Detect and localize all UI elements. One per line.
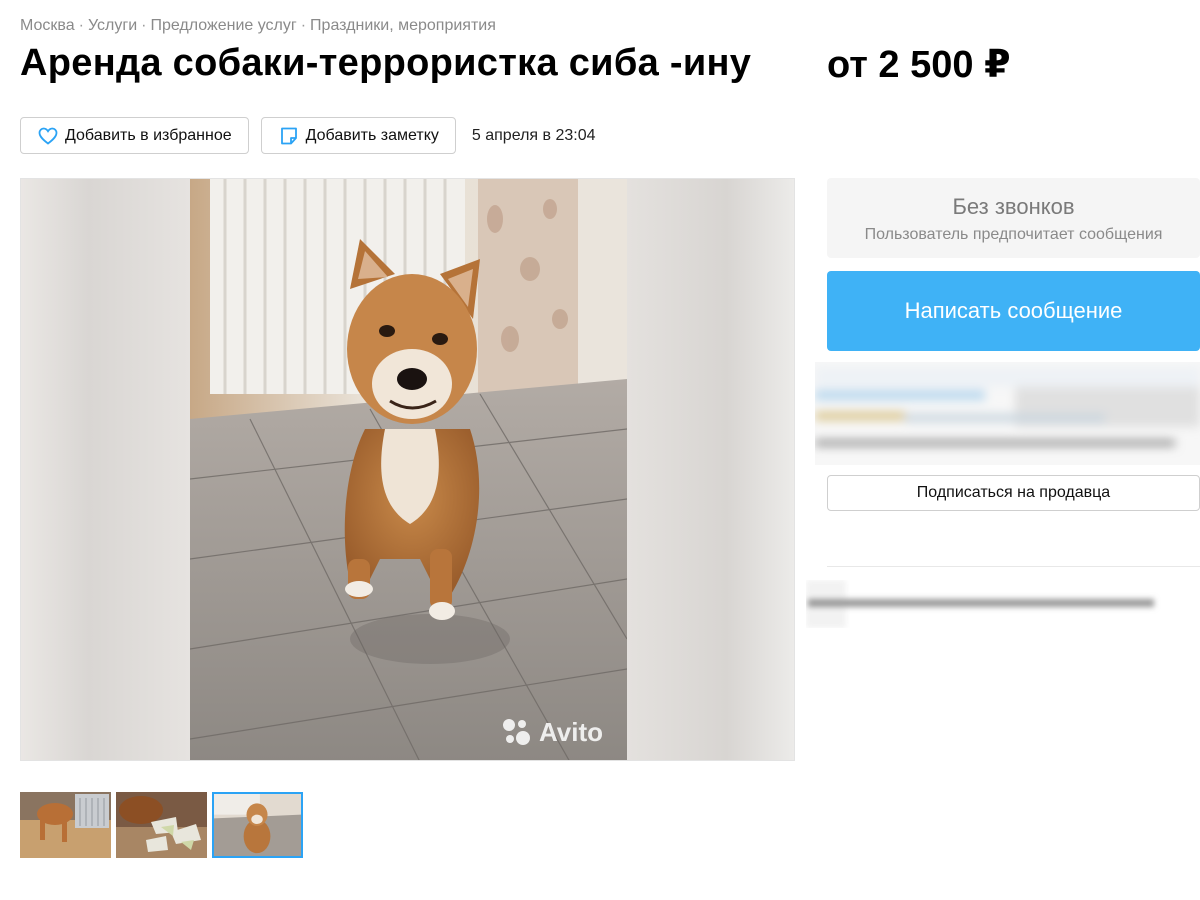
heart-icon	[37, 125, 59, 147]
thumbnail-strip	[20, 792, 308, 858]
breadcrumb-separator: ·	[78, 17, 84, 34]
listing-header: Аренда собаки-террористка сиба -ину от 2…	[20, 42, 1120, 92]
publish-date: 5 апреля в 23:04	[471, 126, 596, 144]
breadcrumb-separator: ·	[300, 17, 307, 34]
breadcrumb-item-offer[interactable]: Предложение услуг	[150, 17, 296, 34]
listing-actions: Добавить в избранное Добавить заметку 5 …	[20, 117, 596, 154]
thumbnail-photo-3[interactable]	[212, 792, 303, 858]
add-to-favorites-label: Добавить в избранное	[65, 126, 232, 144]
no-calls-notice: Без звонков Пользователь предпочитает со…	[827, 178, 1200, 258]
photo-gallery[interactable]: Avito	[20, 178, 795, 761]
add-note-label: Добавить заметку	[305, 126, 439, 144]
thumbnail-photo-2[interactable]	[116, 792, 207, 858]
blurred-background-right	[626, 179, 794, 760]
price: от 2 500 ₽	[827, 44, 1011, 86]
no-calls-title: Без звонков	[952, 194, 1075, 219]
breadcrumb-separator: ·	[141, 17, 147, 34]
subscribe-to-seller-button[interactable]: Подписаться на продавца	[827, 475, 1200, 511]
sidebar-divider	[827, 566, 1200, 567]
main-photo[interactable]	[190, 179, 627, 761]
add-to-favorites-button[interactable]: Добавить в избранное	[20, 117, 249, 154]
write-message-button[interactable]: Написать сообщение	[827, 271, 1200, 351]
breadcrumb: Москва · Услуги · Предложение услуг · Праздник…	[20, 17, 496, 35]
avito-watermark: Avito	[499, 715, 603, 749]
page-title: Аренда собаки-террористка сиба -ину	[20, 42, 752, 84]
blurred-background-left	[21, 179, 190, 760]
avito-logo-icon	[503, 719, 530, 745]
no-calls-subtitle: Пользователь предпочитает сообщения	[864, 226, 1163, 243]
breadcrumb-item-holidays[interactable]: Праздники, мероприятия	[310, 17, 496, 34]
thumbnail-photo-1[interactable]	[20, 792, 111, 858]
contact-sidebar: Без звонков Пользователь предпочитает со…	[827, 178, 1200, 351]
breadcrumb-item-services[interactable]: Услуги	[88, 17, 137, 34]
sticky-note-icon	[278, 125, 300, 147]
watermark-text: Avito	[539, 716, 604, 747]
breadcrumb-item-city[interactable]: Москва	[20, 17, 75, 34]
blurred-text-line	[806, 580, 1166, 628]
blurred-seller-info	[815, 362, 1200, 465]
add-note-button[interactable]: Добавить заметку	[260, 117, 456, 154]
